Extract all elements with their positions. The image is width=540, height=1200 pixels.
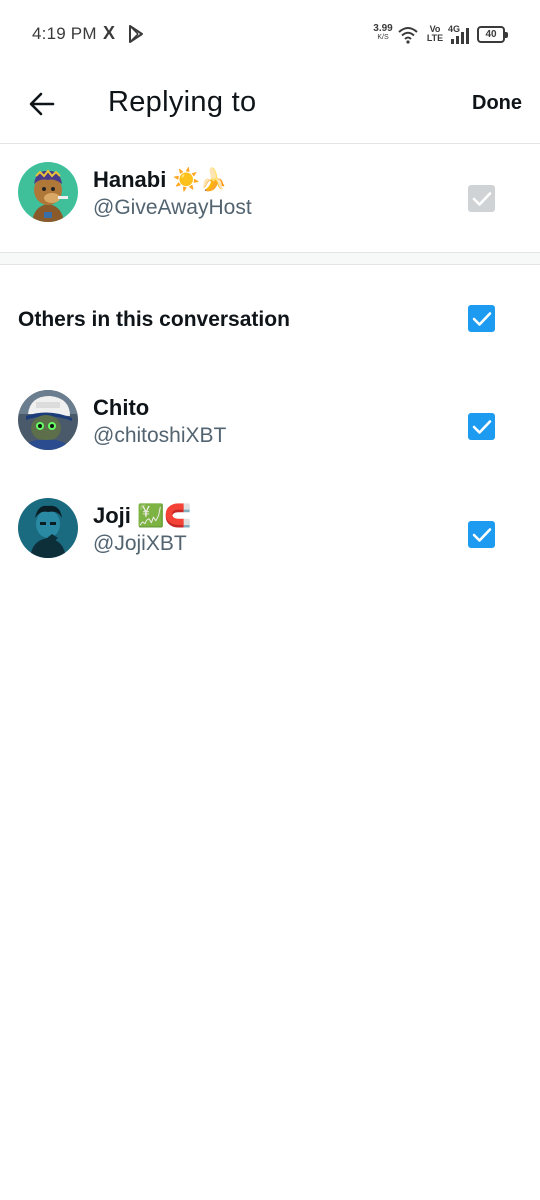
battery-icon: 40 xyxy=(477,26,508,43)
avatar-image-chito xyxy=(18,390,78,450)
section-divider xyxy=(0,252,540,265)
network-speed-unit: K/S xyxy=(377,34,389,41)
checkmark-icon xyxy=(472,527,491,542)
avatar[interactable] xyxy=(18,498,78,558)
user-name: Hanabi ☀️🍌 xyxy=(93,167,227,193)
select-all-others-checkbox[interactable] xyxy=(468,305,495,332)
signal-icon xyxy=(451,28,469,44)
avatar[interactable] xyxy=(18,390,78,450)
checkmark-icon xyxy=(472,191,491,206)
volte-bottom: LTE xyxy=(426,33,444,43)
battery-level: 40 xyxy=(485,29,497,40)
volte-indicator: Vo LTE xyxy=(426,25,444,43)
back-button[interactable] xyxy=(22,84,62,124)
user-name-text: Joji xyxy=(93,503,131,528)
user-name: Chito xyxy=(93,395,150,420)
user-name-emoji: ☀️🍌 xyxy=(172,168,228,193)
list-item[interactable]: Chito @chitoshiXBT xyxy=(0,373,540,481)
user-name: Joji 💹🧲 xyxy=(93,503,192,529)
x-app-icon: X xyxy=(103,23,116,43)
user-handle: @GiveAwayHost xyxy=(93,196,252,219)
network-speed-value: 3.99 xyxy=(373,23,393,34)
network-speed: 3.99 K/S xyxy=(371,24,395,42)
back-arrow-icon xyxy=(29,92,55,116)
wifi-icon xyxy=(398,27,418,44)
user-handle: @chitoshiXBT xyxy=(93,424,227,447)
primary-reply-user: Hanabi ☀️🍌 @GiveAwayHost xyxy=(0,145,540,253)
status-bar: 4:19 PM X 3.99 K/S Vo LTE 4G 40 xyxy=(0,0,540,70)
avatar[interactable] xyxy=(18,162,78,222)
checkmark-icon xyxy=(472,419,491,434)
done-button[interactable]: Done xyxy=(472,92,522,115)
list-item[interactable]: Joji 💹🧲 @JojiXBT xyxy=(0,481,540,589)
status-time: 4:19 PM xyxy=(32,24,97,43)
play-store-icon xyxy=(129,25,143,43)
user-checkbox[interactable] xyxy=(468,521,495,548)
avatar-image-hanabi xyxy=(18,162,78,222)
page-title: Replying to xyxy=(108,86,257,118)
user-name-text: Hanabi xyxy=(93,167,167,192)
checkmark-icon xyxy=(472,311,491,326)
avatar-image-joji xyxy=(18,498,78,558)
others-section-title: Others in this conversation xyxy=(18,308,290,331)
user-handle: @JojiXBT xyxy=(93,532,187,555)
app-header: Replying to Done xyxy=(0,70,540,144)
user-checkbox[interactable] xyxy=(468,413,495,440)
primary-user-checkbox xyxy=(468,185,495,212)
user-name-emoji: 💹🧲 xyxy=(137,504,192,529)
